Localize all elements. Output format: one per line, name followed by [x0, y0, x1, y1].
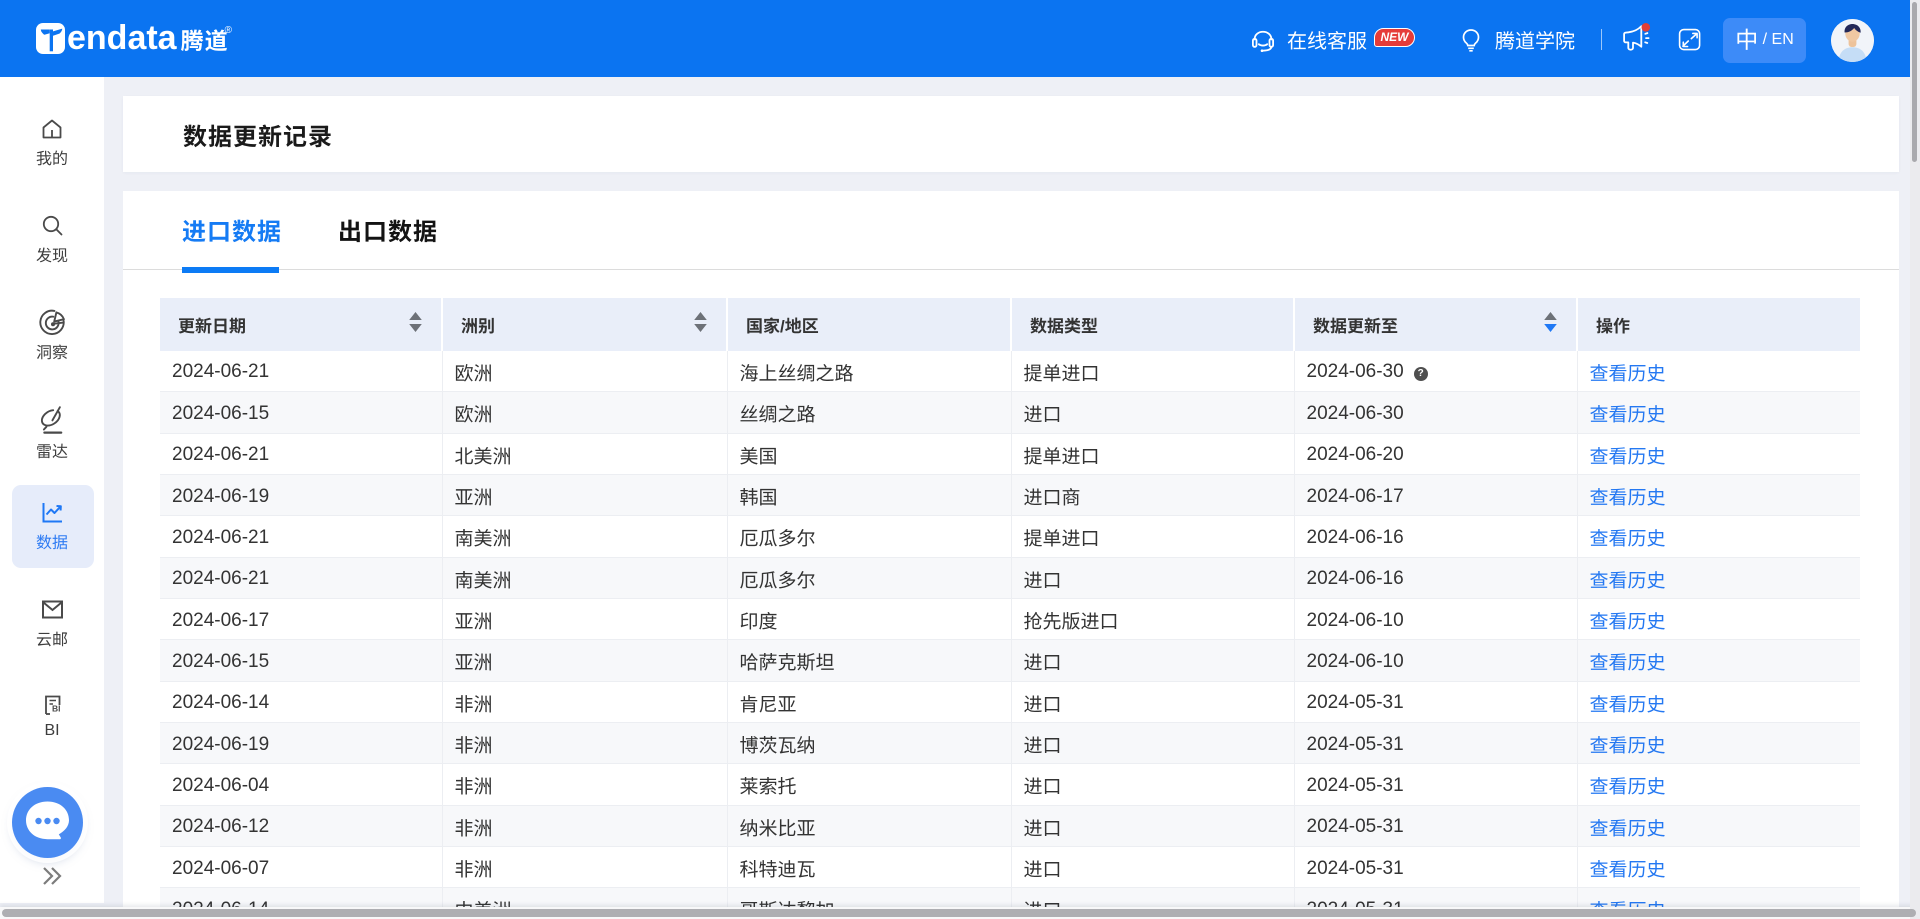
svg-text:BI: BI — [52, 704, 61, 714]
